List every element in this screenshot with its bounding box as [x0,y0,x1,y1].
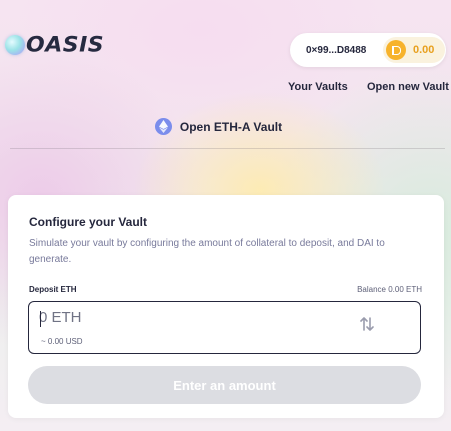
dai-balance-value: 0.00 [413,44,435,56]
swap-arrows-icon[interactable] [360,316,374,337]
page-title: Open ETH-A Vault [179,119,283,134]
eth-icon [154,118,172,135]
wallet-address: 0×99...D8488 [306,44,367,56]
nav-open-new-vault-link[interactable]: Open new Vault [367,81,449,93]
deposit-amount-input[interactable] [39,309,339,326]
text-caret [40,311,41,327]
dai-icon [386,40,406,60]
deposit-label: Deposit ETH [29,285,77,294]
nav-your-vaults-link[interactable]: Your Vaults [288,81,348,93]
configure-vault-card: Configure your Vault Simulate your vault… [8,195,444,418]
page-heading: Open ETH-A Vault [0,118,451,135]
usd-value: ~ 0.00 USD [41,337,83,346]
card-title: Configure your Vault [29,215,148,229]
account-pill[interactable]: 0×99...D8488 0.00 [290,33,446,67]
enter-amount-button[interactable]: Enter an amount [28,366,421,404]
dai-balance-badge: 0.00 [383,37,445,63]
balance-label[interactable]: Balance 0.00 ETH [357,285,422,294]
deposit-amount-box[interactable]: ~ 0.00 USD [28,301,421,354]
header-divider [10,148,445,149]
logo-text: OASIS [26,33,105,57]
logo-orb-icon [5,35,25,55]
oasis-logo[interactable]: OASIS [5,32,104,58]
card-description: Simulate your vault by configuring the a… [29,238,385,265]
